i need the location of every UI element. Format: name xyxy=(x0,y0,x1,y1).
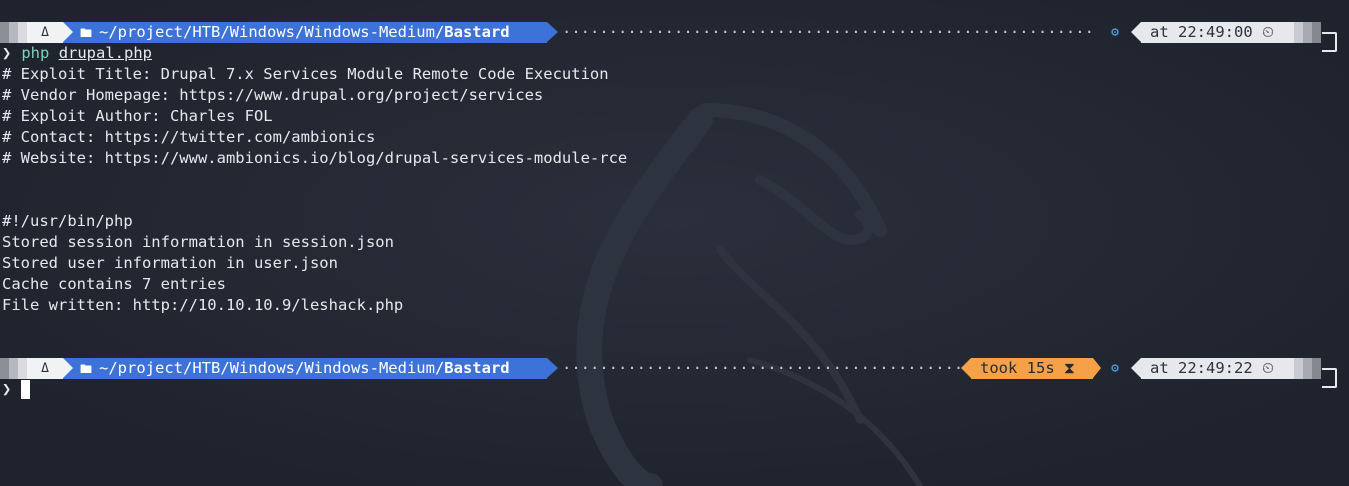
output-line: # Exploit Author: Charles FOL xyxy=(2,107,273,125)
prompt-filler-dots: ········································… xyxy=(562,23,1092,41)
prompt-chevron-icon: ❯ xyxy=(2,380,12,398)
output-line: Stored user information in user.json xyxy=(2,254,338,272)
path-prefix: ~/project/HTB/Windows/Windows-Medium/ xyxy=(99,23,445,41)
prompt-bar-1: Δ 🖿 ~/project/HTB/Windows/Windows-Medium/… xyxy=(0,22,1349,52)
output-line: # Exploit Title: Drupal 7.x Services Mod… xyxy=(2,65,609,83)
gear-icon: ⚙ xyxy=(1111,361,1119,376)
prompt-gradient-block xyxy=(1294,358,1303,379)
segment-separator xyxy=(1093,358,1101,378)
terminal[interactable]: Δ 🖿 ~/project/HTB/Windows/Windows-Medium/… xyxy=(0,0,1349,486)
prompt-gradient-block xyxy=(9,22,18,43)
prompt-gradient-block xyxy=(1312,22,1321,43)
output-line: #!/usr/bin/php xyxy=(2,212,133,230)
output-line: Stored session information in session.js… xyxy=(2,233,394,251)
segment-separator xyxy=(63,22,73,42)
prompt-gradient-block xyxy=(0,358,9,379)
time-segment: at 22:49:00 ⏲ xyxy=(1141,22,1294,43)
prompt-bar-2: Δ 🖿 ~/project/HTB/Windows/Windows-Medium/… xyxy=(0,358,1349,388)
folder-icon: 🖿 xyxy=(80,26,93,40)
output-line: # Vendor Homepage: https://www.drupal.or… xyxy=(2,86,544,104)
prompt-gradient-block xyxy=(1303,22,1312,43)
segment-separator xyxy=(547,22,558,42)
path-current-dir: Bastard xyxy=(444,23,510,41)
output-line: Cache contains 7 entries xyxy=(2,275,226,293)
command-argument: drupal.php xyxy=(58,44,153,62)
prompt-frame-corner xyxy=(1322,368,1337,388)
os-icon: Δ xyxy=(27,358,63,379)
path-prefix: ~/project/HTB/Windows/Windows-Medium/ xyxy=(99,359,445,377)
path-segment: 🖿 ~/project/HTB/Windows/Windows-Medium/Ba… xyxy=(63,22,547,43)
path-current-dir: Bastard xyxy=(444,359,510,377)
duration-segment: took 15s ⧗ xyxy=(971,358,1093,379)
segment-separator xyxy=(961,358,971,378)
os-icon: Δ xyxy=(27,22,63,43)
prompt-gradient-block xyxy=(9,358,18,379)
prompt-gradient-block xyxy=(18,358,27,379)
prompt-chevron-icon: ❯ xyxy=(2,44,12,62)
segment-separator xyxy=(63,358,73,378)
prompt-frame-corner xyxy=(1322,32,1337,52)
prompt-gradient-block xyxy=(0,22,9,43)
output-line: # Contact: https://twitter.com/ambionics xyxy=(2,128,376,146)
prompt-gradient-block xyxy=(1294,22,1303,43)
output-line: File written: http://10.10.10.9/leshack.… xyxy=(2,296,404,314)
command-program: php xyxy=(21,44,50,62)
segment-separator xyxy=(547,358,558,378)
segment-separator xyxy=(1131,22,1141,42)
segment-separator xyxy=(1131,358,1141,378)
command-line[interactable]: ❯ php drupal.php xyxy=(2,43,152,64)
folder-icon: 🖿 xyxy=(80,362,93,376)
text-cursor xyxy=(21,380,31,399)
output-line: # Website: https://www.ambionics.io/blog… xyxy=(2,149,628,167)
path-segment: 🖿 ~/project/HTB/Windows/Windows-Medium/Ba… xyxy=(63,358,547,379)
prompt-gradient-block xyxy=(1312,358,1321,379)
time-segment: at 22:49:22 ⏲ xyxy=(1141,358,1294,379)
prompt-gradient-block xyxy=(1303,358,1312,379)
prompt-gradient-block xyxy=(18,22,27,43)
gear-icon: ⚙ xyxy=(1111,25,1119,40)
prompt-filler-dots: ········································… xyxy=(562,359,960,377)
input-line[interactable]: ❯ xyxy=(2,379,31,400)
